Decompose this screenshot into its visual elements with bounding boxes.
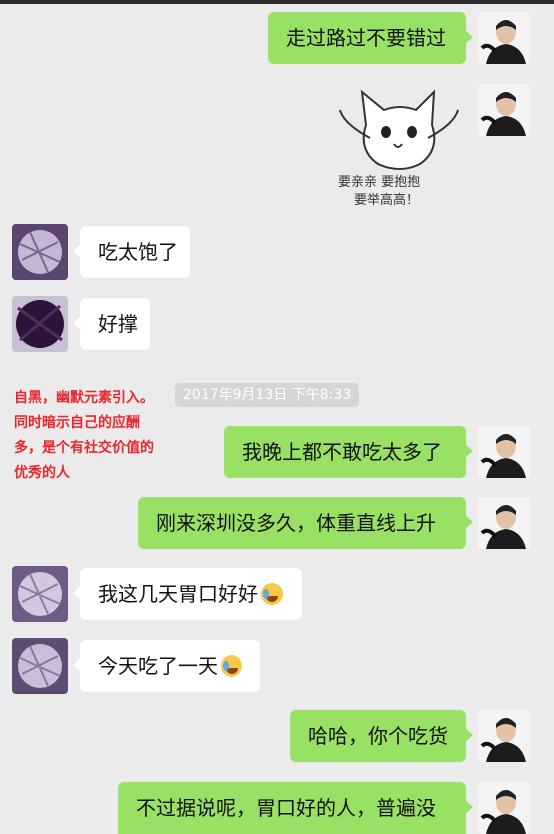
avatar-photo-icon xyxy=(478,782,530,834)
message-text: 今天吃了一天 xyxy=(98,654,218,678)
annotation-line: 多，是个有社交价值的 xyxy=(14,440,154,456)
message-text: 刚来深圳没多久，体重直线上升 xyxy=(156,511,436,535)
message-bubble-outgoing[interactable]: 哈哈，你个吃货 xyxy=(290,710,473,762)
avatar-me[interactable] xyxy=(478,426,530,478)
message-text: 哈哈，你个吃货 xyxy=(308,724,448,748)
message-bubble-incoming[interactable]: 吃太饱了 xyxy=(73,226,190,278)
crying-laughing-emoji-icon xyxy=(261,583,283,605)
avatar-me[interactable] xyxy=(478,782,530,834)
avatar-photo-icon xyxy=(478,710,530,762)
avatar-photo-icon xyxy=(478,12,530,64)
message-bubble-incoming[interactable]: 今天吃了一天 xyxy=(73,640,260,692)
message-text: 我晚上都不敢吃太多了 xyxy=(242,440,442,464)
crying-laughing-emoji-icon xyxy=(221,655,242,677)
chat-timestamp: 2017年9月13日 下午8:33 xyxy=(175,383,360,407)
avatar-contact[interactable] xyxy=(12,638,68,694)
annotation-line: 优秀的人 xyxy=(14,465,70,481)
message-bubble-outgoing[interactable]: 我晚上都不敢吃太多了 xyxy=(224,426,473,478)
message-bubble-incoming[interactable]: 我这几天胃口好好 xyxy=(73,568,302,620)
annotation-line: 自黑，幽默元素引入。 xyxy=(14,390,154,406)
annotation-line: 同时暗示自己的应酬 xyxy=(14,415,140,431)
avatar-me[interactable] xyxy=(478,497,530,549)
avatar-photo-icon xyxy=(478,84,530,136)
avatar-blurred-icon xyxy=(12,224,68,280)
top-status-strip xyxy=(0,0,554,4)
avatar-contact[interactable] xyxy=(12,566,68,622)
message-text: 走过路过不要错过 xyxy=(286,26,446,50)
message-bubble-outgoing[interactable]: 刚来深圳没多久，体重直线上升 xyxy=(138,497,473,549)
avatar-photo-icon xyxy=(478,497,530,549)
message-text: 好撑 xyxy=(98,312,138,336)
sticker-caption-line2: 要举高高！ xyxy=(354,192,419,208)
avatar-contact[interactable] xyxy=(12,296,68,352)
cat-sticker[interactable]: 要亲亲 要抱抱 要举高高！ xyxy=(336,80,464,210)
avatar-blurred-icon xyxy=(12,566,68,622)
avatar-me[interactable] xyxy=(478,710,530,762)
message-text: 不过据说呢，胃口好的人，普遍没 xyxy=(136,796,436,820)
message-text: 我这几天胃口好好 xyxy=(98,582,258,606)
avatar-blurred-icon xyxy=(12,296,68,352)
avatar-photo-icon xyxy=(478,426,530,478)
message-bubble-outgoing[interactable]: 不过据说呢，胃口好的人，普遍没 xyxy=(118,782,473,834)
annotation-note: 自黑，幽默元素引入。 同时暗示自己的应酬 多，是个有社交价值的 优秀的人 xyxy=(14,386,194,486)
avatar-me[interactable] xyxy=(478,12,530,64)
message-bubble-outgoing[interactable]: 走过路过不要错过 xyxy=(268,12,473,64)
avatar-contact[interactable] xyxy=(12,224,68,280)
avatar-blurred-icon xyxy=(12,638,68,694)
message-text: 吃太饱了 xyxy=(98,240,178,264)
avatar-me[interactable] xyxy=(478,84,530,136)
sticker-caption-line1: 要亲亲 要抱抱 xyxy=(338,174,420,190)
message-bubble-incoming[interactable]: 好撑 xyxy=(73,298,150,350)
